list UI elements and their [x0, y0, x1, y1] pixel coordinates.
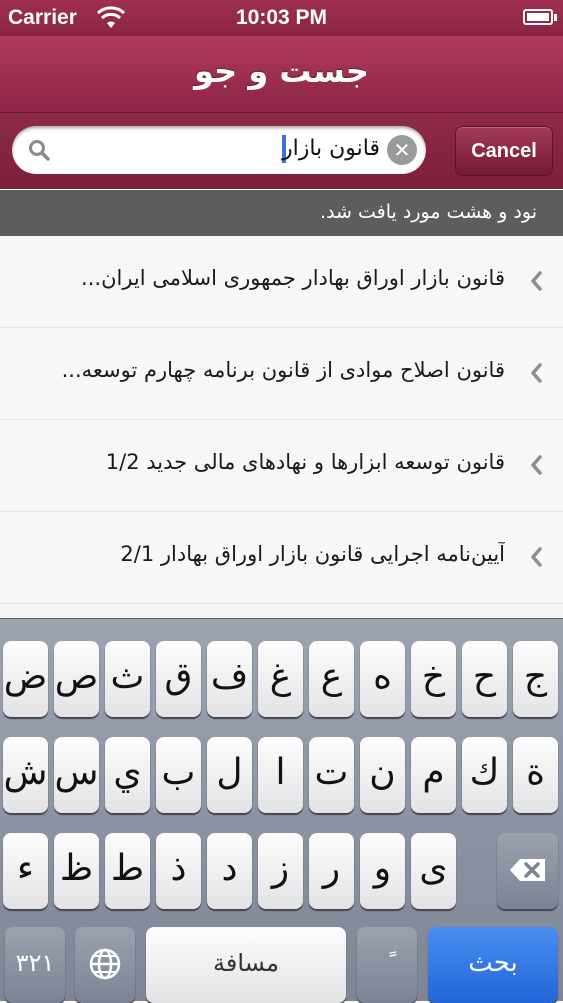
key[interactable]: ت [309, 737, 354, 813]
key[interactable]: ه [360, 641, 405, 717]
key[interactable]: ظ [54, 833, 99, 909]
key[interactable]: ف [207, 641, 252, 717]
key[interactable]: ط [105, 833, 150, 909]
key[interactable]: ل [207, 737, 252, 813]
page-title: جست و جو [194, 52, 369, 90]
key[interactable]: ب [156, 737, 201, 813]
list-item[interactable]: قانون اصلاح موادی از قانون برنامه چهارم … [0, 328, 563, 420]
status-bar: Carrier 10:03 PM [0, 0, 563, 36]
chevron-left-icon [531, 455, 542, 475]
chevron-left-icon [531, 271, 542, 291]
key[interactable]: ر [309, 833, 354, 909]
key[interactable]: ض [3, 641, 48, 717]
clock: 10:03 PM [235, 6, 328, 29]
list-item-title: قانون بازار اوراق بهادار جمهوری اسلامی ا… [81, 266, 505, 290]
globe-icon [89, 948, 121, 980]
keyboard: ج ح خ ه ع غ ف ق ث ص ض ة ك م ن ت ا ل ب ي … [0, 618, 563, 1003]
backspace-icon [509, 859, 545, 881]
key[interactable]: ي [105, 737, 150, 813]
key[interactable]: ء [3, 833, 48, 909]
cancel-button[interactable]: Cancel [455, 126, 553, 176]
navigation-bar: جست و جو [0, 36, 563, 113]
key[interactable]: ج [513, 641, 558, 717]
key[interactable]: غ [258, 641, 303, 717]
search-input[interactable]: قانون بازار ✕ [12, 126, 426, 174]
key[interactable]: ح [462, 641, 507, 717]
chevron-left-icon [531, 547, 542, 567]
diacritic-key[interactable]: ً [357, 927, 417, 1003]
list-item-title: آیین‌نامه اجرایی قانون بازار اوراق بهادا… [120, 542, 505, 566]
key[interactable]: س [54, 737, 99, 813]
key[interactable]: ع [309, 641, 354, 717]
key[interactable]: ص [54, 641, 99, 717]
key[interactable]: ة [513, 737, 558, 813]
backspace-key[interactable] [497, 833, 558, 909]
search-key[interactable]: بحث [428, 927, 558, 1003]
key[interactable]: ش [3, 737, 48, 813]
results-summary-bar: نود و هشت مورد یافت شد. [0, 190, 563, 236]
numbers-key[interactable]: ۳۲۱ [5, 927, 65, 1003]
search-bar: قانون بازار ✕ Cancel [0, 113, 563, 189]
key[interactable]: ث [105, 641, 150, 717]
chevron-left-icon [531, 363, 542, 383]
key[interactable]: ك [462, 737, 507, 813]
clear-icon[interactable]: ✕ [387, 135, 417, 165]
key[interactable]: خ [411, 641, 456, 717]
search-query: قانون بازار [281, 136, 380, 161]
key[interactable]: د [207, 833, 252, 909]
list-item[interactable]: قانون توسعه ابزارها و نهادهای مالی جدید … [0, 420, 563, 512]
results-list: قانون بازار اوراق بهادار جمهوری اسلامی ا… [0, 236, 563, 618]
globe-key[interactable] [75, 927, 135, 1003]
list-item-title: قانون توسعه ابزارها و نهادهای مالی جدید … [105, 450, 505, 474]
search-icon [29, 140, 50, 161]
results-summary: نود و هشت مورد یافت شد. [320, 201, 537, 223]
space-key[interactable]: مسافة [146, 927, 346, 1003]
key[interactable]: ز [258, 833, 303, 909]
key[interactable]: ی [411, 833, 456, 909]
key[interactable]: ق [156, 641, 201, 717]
key[interactable]: ذ [156, 833, 201, 909]
list-item[interactable]: قانون بازار اوراق بهادار جمهوری اسلامی ا… [0, 236, 563, 328]
key[interactable]: م [411, 737, 456, 813]
list-item[interactable]: آیین‌نامه اجرایی قانون بازار اوراق بهادا… [0, 512, 563, 604]
list-item-title: قانون اصلاح موادی از قانون برنامه چهارم … [61, 358, 505, 382]
key[interactable]: ا [258, 737, 303, 813]
key[interactable]: و [360, 833, 405, 909]
key[interactable]: ن [360, 737, 405, 813]
battery-icon [523, 9, 557, 25]
